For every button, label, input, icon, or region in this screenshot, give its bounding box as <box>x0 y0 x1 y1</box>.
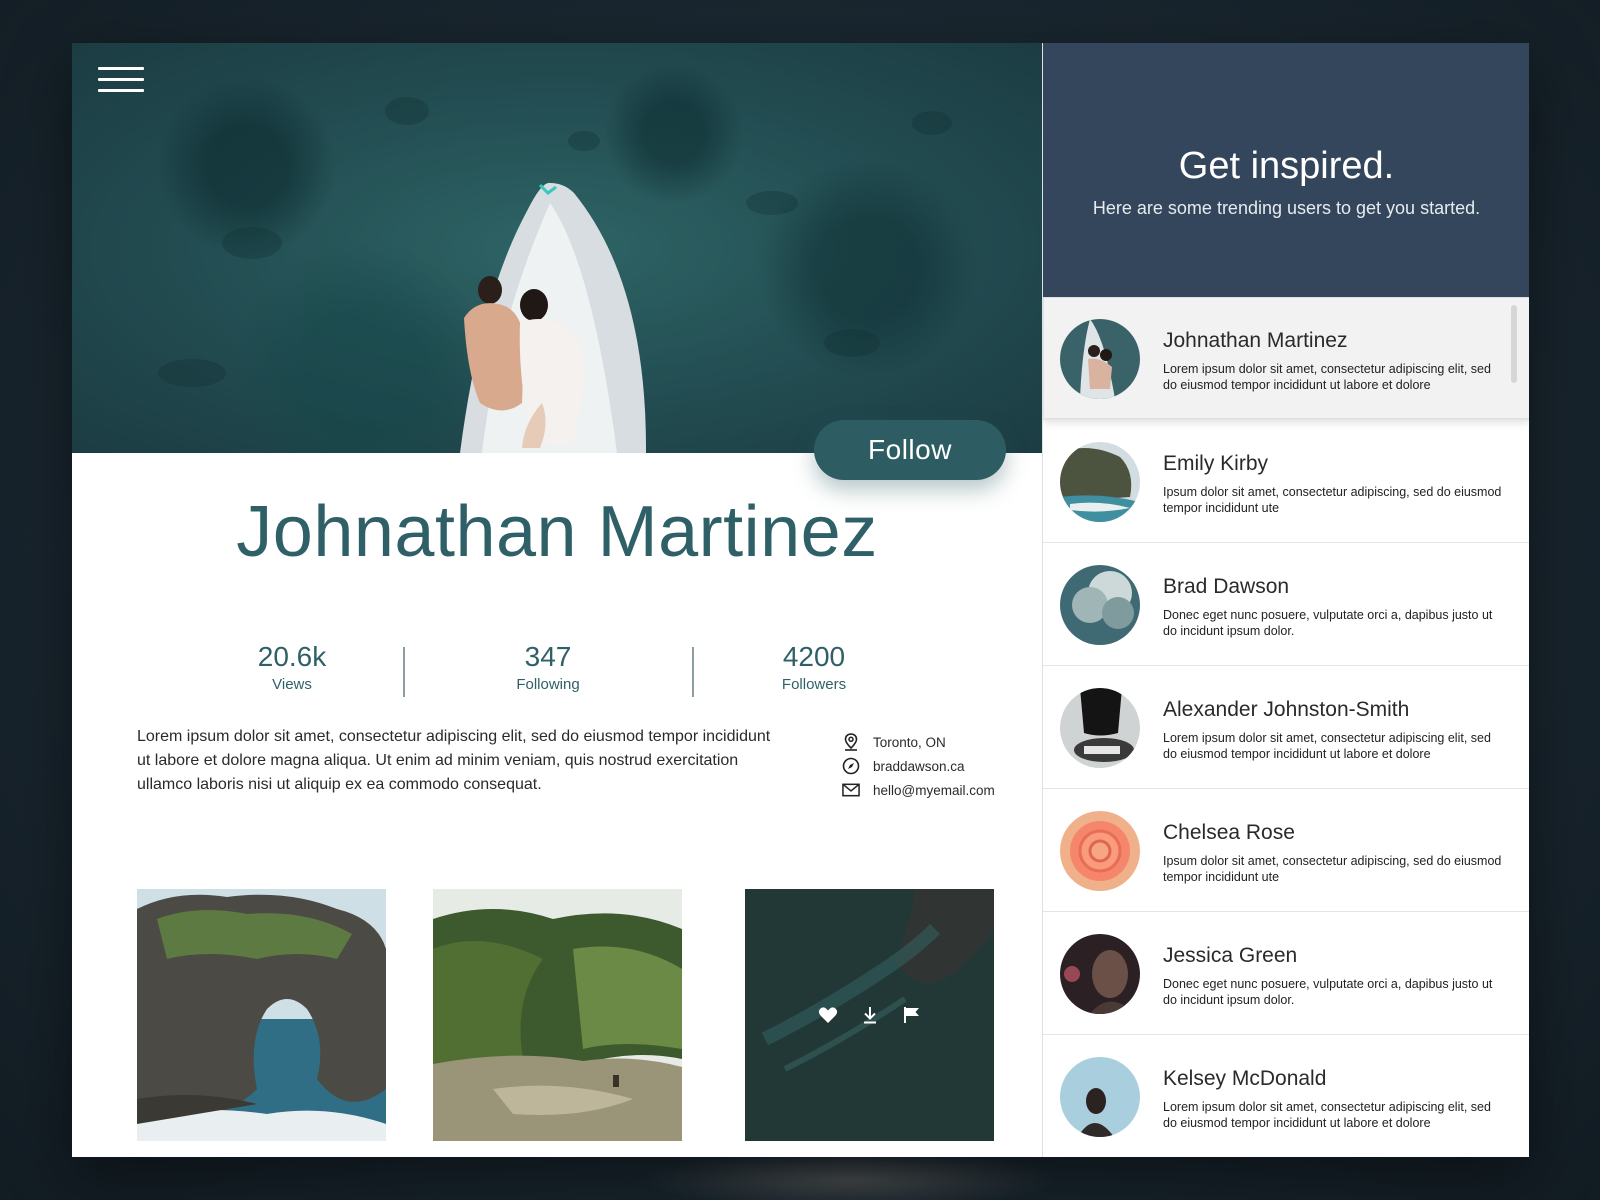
stat-value: 4200 <box>782 641 846 672</box>
user-description: Lorem ipsum dolor sit amet, consectetur … <box>1163 362 1491 392</box>
contact-website[interactable]: braddawson.ca <box>842 754 1042 778</box>
avatar <box>1060 1057 1140 1137</box>
user-card[interactable]: Chelsea Rose Ipsum dolor sit amet, conse… <box>1043 789 1529 912</box>
hamburger-icon[interactable] <box>98 67 144 97</box>
contact-website-link[interactable]: braddawson.ca <box>873 759 965 774</box>
user-card[interactable]: Alexander Johnston-Smith Lorem ipsum dol… <box>1043 666 1529 789</box>
location-pin-icon <box>842 733 860 751</box>
user-card[interactable]: Kelsey McDonald Lorem ipsum dolor sit am… <box>1043 1035 1529 1157</box>
profile-bio: Lorem ipsum dolor sit amet, consectetur … <box>137 728 771 793</box>
contact-email[interactable]: hello@myemail.com <box>842 778 1042 802</box>
stat-views: 20.6k Views <box>202 641 382 695</box>
heart-icon[interactable] <box>817 1004 839 1026</box>
user-card[interactable]: Emily Kirby Ipsum dolor sit amet, consec… <box>1043 420 1529 543</box>
avatar <box>1060 565 1140 645</box>
user-name: Johnathan Martinez <box>1163 329 1348 352</box>
stat-divider <box>692 647 694 697</box>
cover-photo <box>72 43 1042 453</box>
user-name: Brad Dawson <box>1163 575 1290 598</box>
photo-actions <box>745 889 994 1141</box>
scrollbar-thumb[interactable] <box>1511 305 1517 383</box>
trending-sidebar: Get inspired. Here are some trending use… <box>1042 43 1529 1157</box>
background-glow <box>640 1150 1060 1200</box>
avatar <box>1060 688 1140 768</box>
sidebar-subtitle: Here are some trending users to get you … <box>1092 198 1481 218</box>
download-icon[interactable] <box>859 1004 881 1026</box>
stat-label: Following <box>516 676 580 693</box>
photo-gallery <box>137 889 997 1141</box>
user-description: Lorem ipsum dolor sit amet, consectetur … <box>1163 731 1491 761</box>
gallery-photo-jungle-river[interactable] <box>433 889 682 1141</box>
user-description: Lorem ipsum dolor sit amet, consectetur … <box>1163 1100 1491 1130</box>
profile-stats: 20.6k Views 347 Following 4200 Followers <box>202 641 922 701</box>
flag-icon[interactable] <box>901 1004 923 1026</box>
compass-icon <box>842 757 860 775</box>
avatar <box>1060 934 1140 1014</box>
follow-button[interactable]: Follow <box>814 420 1006 480</box>
user-description: Donec eget nunc posuere, vulputate orci … <box>1163 977 1493 1007</box>
contact-location: Toronto, ON <box>842 730 1042 754</box>
stat-followers[interactable]: 4200 Followers <box>724 641 904 695</box>
stat-label: Views <box>272 676 312 693</box>
profile-panel: Follow Johnathan Martinez 20.6k Views 34… <box>72 43 1042 1157</box>
contact-location-text: Toronto, ON <box>873 734 946 750</box>
stat-label: Followers <box>781 676 847 693</box>
trending-user-list: Johnathan Martinez Lorem ipsum dolor sit… <box>1043 297 1529 1157</box>
user-card[interactable]: Johnathan Martinez Lorem ipsum dolor sit… <box>1043 297 1529 420</box>
user-name: Alexander Johnston-Smith <box>1163 698 1410 721</box>
user-card[interactable]: Jessica Green Donec eget nunc posuere, v… <box>1043 912 1529 1035</box>
user-name: Jessica Green <box>1163 944 1298 967</box>
user-description: Ipsum dolor sit amet, consectetur adipis… <box>1163 485 1502 515</box>
sidebar-title: Get inspired. <box>1178 145 1395 187</box>
envelope-icon <box>842 781 860 799</box>
sidebar-header: Get inspired. Here are some trending use… <box>1043 43 1529 297</box>
user-name: Emily Kirby <box>1163 452 1269 475</box>
stat-divider <box>403 647 405 697</box>
contact-info: Toronto, ON braddawson.ca hello@myemail.… <box>842 730 1042 802</box>
cover-photo-art <box>158 97 952 453</box>
avatar <box>1060 811 1140 891</box>
stat-value: 20.6k <box>257 641 327 672</box>
avatar <box>1060 319 1140 399</box>
stat-following[interactable]: 347 Following <box>458 641 638 695</box>
contact-email-link[interactable]: hello@myemail.com <box>873 783 995 798</box>
app-window: Follow Johnathan Martinez 20.6k Views 34… <box>72 43 1529 1157</box>
profile-name: Johnathan Martinez <box>236 492 878 572</box>
gallery-photo-aerial-shore[interactable] <box>745 889 994 1141</box>
user-description: Ipsum dolor sit amet, consectetur adipis… <box>1163 854 1502 884</box>
user-name: Chelsea Rose <box>1163 821 1295 844</box>
avatar <box>1060 442 1140 522</box>
user-name: Kelsey McDonald <box>1163 1067 1327 1090</box>
user-description: Donec eget nunc posuere, vulputate orci … <box>1163 608 1493 638</box>
user-card[interactable]: Brad Dawson Donec eget nunc posuere, vul… <box>1043 543 1529 666</box>
stat-value: 347 <box>524 641 572 672</box>
gallery-photo-rock-arch[interactable] <box>137 889 386 1141</box>
